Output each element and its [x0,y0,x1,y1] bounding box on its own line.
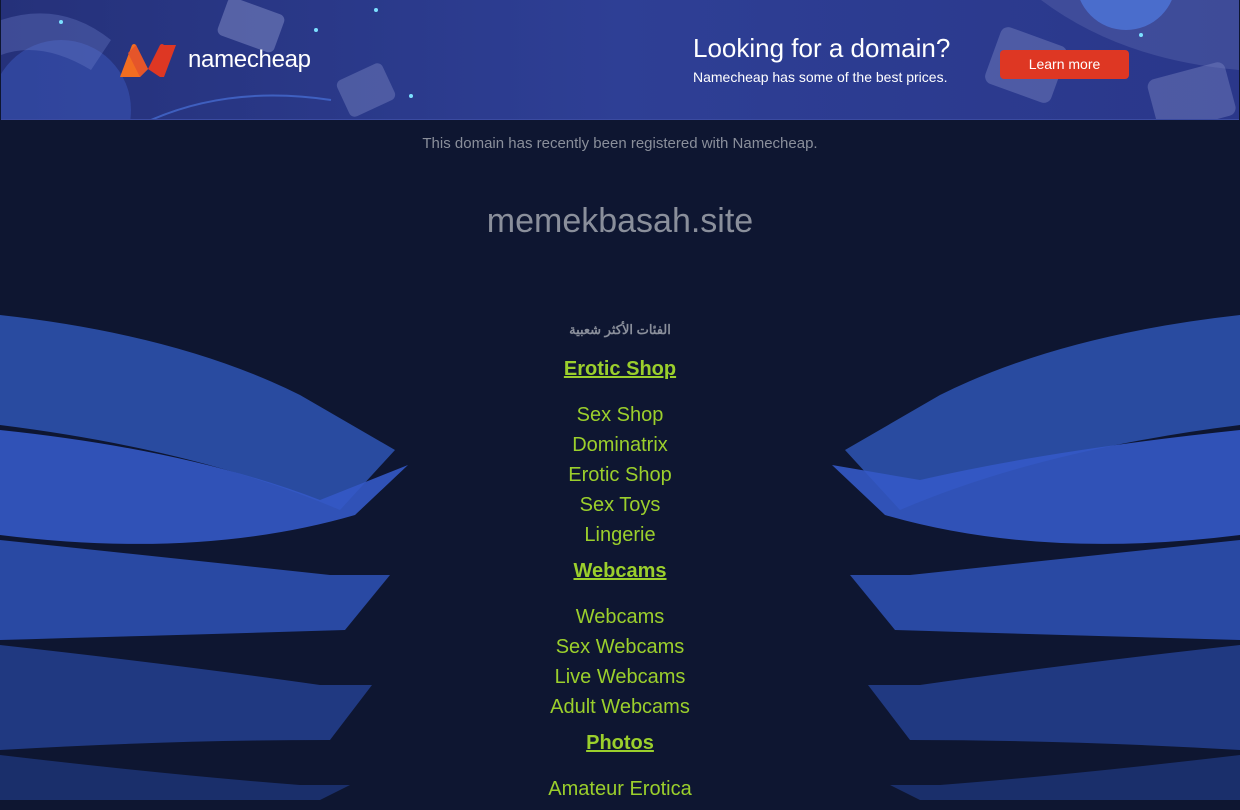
category-group-photos: Photos Amateur Erotica [0,728,1240,804]
category-link[interactable]: Sex Webcams [0,632,1240,662]
promo-headline: Looking for a domain? [693,33,951,63]
popular-categories-label: الفئات الأكثر شعبية [569,322,671,337]
promo-text: Looking for a domain? Namecheap has some… [693,33,950,85]
category-link[interactable]: Sex Toys [0,490,1240,520]
category-link[interactable]: Webcams [0,602,1240,632]
namecheap-logo[interactable]: namecheap [118,43,311,77]
category-link[interactable]: Sex Shop [0,400,1240,430]
category-link[interactable]: Adult Webcams [0,692,1240,722]
category-link[interactable]: Lingerie [0,520,1240,550]
namecheap-n-icon [120,44,176,77]
category-link[interactable]: Dominatrix [0,430,1240,460]
namecheap-promo-banner[interactable]: namecheap Looking for a domain? Namechea… [1,0,1239,120]
registration-notice: This domain has recently been registered… [422,135,818,152]
promo-subline: Namecheap has some of the best prices. [693,69,948,85]
category-group-erotic-shop: Erotic Shop Sex Shop Dominatrix Erotic S… [0,354,1240,550]
category-heading-photos[interactable]: Photos [0,728,1240,758]
learn-more-button[interactable]: Learn more [1000,50,1129,79]
category-link[interactable]: Live Webcams [0,662,1240,692]
category-group-webcams: Webcams Webcams Sex Webcams Live Webcams… [0,556,1240,722]
category-heading-erotic-shop[interactable]: Erotic Shop [0,354,1240,384]
category-link[interactable]: Erotic Shop [0,460,1240,490]
category-heading-webcams[interactable]: Webcams [0,556,1240,586]
brand-name: namecheap [188,46,311,73]
domain-name: memekbasah.site [486,202,754,240]
category-list: Erotic Shop Sex Shop Dominatrix Erotic S… [0,354,1240,810]
